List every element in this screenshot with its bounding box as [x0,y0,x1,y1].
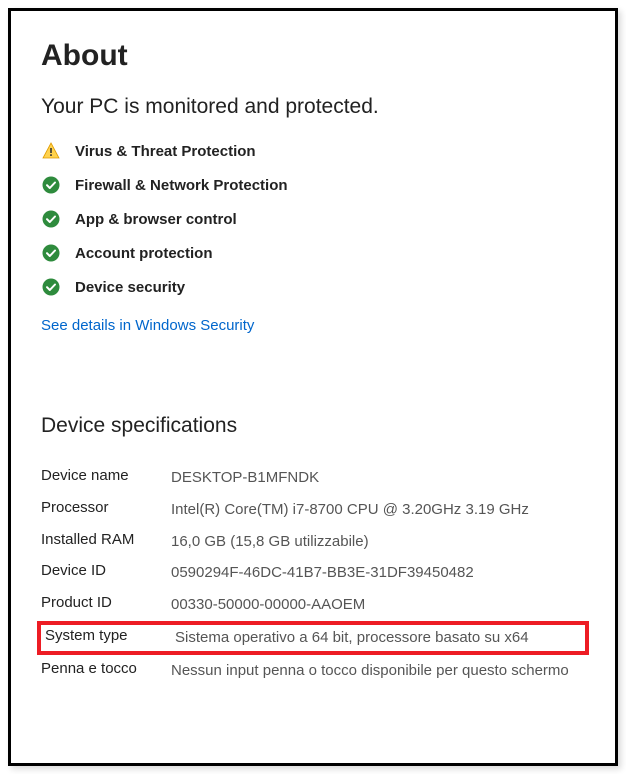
spec-row-processor: Processor Intel(R) Core(TM) i7-8700 CPU … [41,494,585,526]
spec-value: 00330-50000-00000-AAOEM [171,594,585,616]
spec-label: Installed RAM [41,531,171,548]
protection-list: Virus & Threat Protection Firewall & Net… [41,141,585,297]
windows-security-link[interactable]: See details in Windows Security [41,317,254,334]
protection-item-virus: Virus & Threat Protection [41,141,585,161]
spec-row-device-id: Device ID 0590294F-46DC-41B7-BB3E-31DF39… [41,557,585,589]
spec-value: DESKTOP-B1MFNDK [171,467,585,489]
spec-row-product-id: Product ID 00330-50000-00000-AAOEM [41,589,585,621]
check-icon [41,175,61,195]
spec-value: Intel(R) Core(TM) i7-8700 CPU @ 3.20GHz … [171,499,585,521]
spec-label: Penna e tocco [41,660,171,677]
page-title: About [41,39,585,73]
protection-label: App & browser control [75,211,237,228]
check-icon [41,243,61,263]
protection-label: Device security [75,279,185,296]
protection-item-account: Account protection [41,243,585,263]
warning-icon [41,141,61,161]
spec-label: Device name [41,467,171,484]
spec-label: Device ID [41,562,171,579]
spec-value: Nessun input penna o tocco disponibile p… [171,660,585,682]
spec-value: 0590294F-46DC-41B7-BB3E-31DF39450482 [171,562,585,584]
protection-item-app-browser: App & browser control [41,209,585,229]
check-icon [41,277,61,297]
protection-label: Account protection [75,245,213,262]
spec-label: Processor [41,499,171,516]
spec-row-device-name: Device name DESKTOP-B1MFNDK [41,462,585,494]
spec-row-installed-ram: Installed RAM 16,0 GB (15,8 GB utilizzab… [41,526,585,558]
check-icon [41,209,61,229]
about-window: About Your PC is monitored and protected… [8,8,618,766]
spec-row-pen-touch: Penna e tocco Nessun input penna o tocco… [41,655,585,687]
highlight-system-type: System type Sistema operativo a 64 bit, … [37,621,589,655]
protection-label: Firewall & Network Protection [75,177,288,194]
device-specs-heading: Device specifications [41,414,585,438]
spec-value: Sistema operativo a 64 bit, processore b… [175,627,581,649]
spec-label: Product ID [41,594,171,611]
protection-item-device-security: Device security [41,277,585,297]
device-specs-table: Device name DESKTOP-B1MFNDK Processor In… [41,462,585,686]
protection-item-firewall: Firewall & Network Protection [41,175,585,195]
spec-value: 16,0 GB (15,8 GB utilizzabile) [171,531,585,553]
spec-label: System type [45,627,175,644]
protection-label: Virus & Threat Protection [75,143,256,160]
protection-subtitle: Your PC is monitored and protected. [41,95,585,119]
